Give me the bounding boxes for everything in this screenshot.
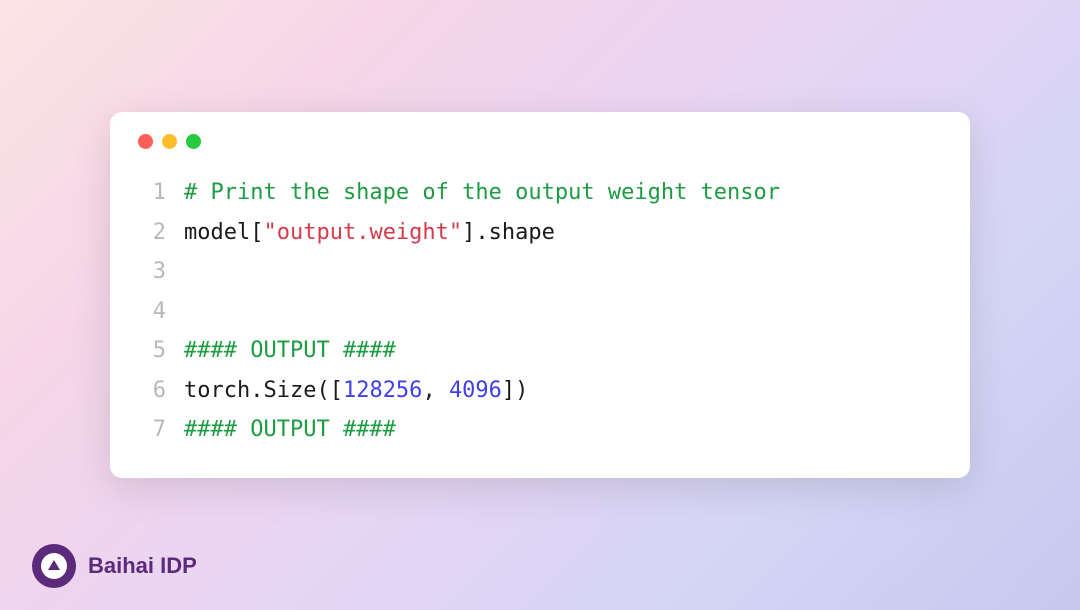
- logo-area: Baihai IDP: [32, 544, 197, 588]
- window-controls: [138, 134, 942, 149]
- maximize-icon: [186, 134, 201, 149]
- code-segment-comment: #### OUTPUT ####: [184, 338, 396, 363]
- code-segment-number: 4096: [449, 378, 502, 403]
- code-text: # Print the shape of the output weight t…: [184, 173, 780, 213]
- close-icon: [138, 134, 153, 149]
- code-line: 4: [138, 292, 942, 332]
- code-line: 3: [138, 252, 942, 292]
- code-text: [184, 252, 197, 292]
- code-text: torch.Size([128256, 4096]): [184, 371, 528, 411]
- code-text: [184, 292, 197, 332]
- line-number: 5: [138, 331, 166, 371]
- code-window: 1 # Print the shape of the output weight …: [110, 112, 970, 478]
- line-number: 1: [138, 173, 166, 213]
- minimize-icon: [162, 134, 177, 149]
- code-segment-number: 128256: [343, 378, 422, 403]
- line-number: 4: [138, 292, 166, 332]
- code-segment-default: ]): [502, 378, 529, 403]
- code-segment-default: ,: [422, 378, 449, 403]
- code-segment-comment: #### OUTPUT ####: [184, 417, 396, 442]
- code-text: #### OUTPUT ####: [184, 410, 396, 450]
- line-number: 6: [138, 371, 166, 411]
- line-number: 2: [138, 213, 166, 253]
- line-number: 7: [138, 410, 166, 450]
- code-line: 7 #### OUTPUT ####: [138, 410, 942, 450]
- code-line: 1 # Print the shape of the output weight …: [138, 173, 942, 213]
- code-segment-string: "output.weight": [263, 220, 462, 245]
- code-line: 6 torch.Size([128256, 4096]): [138, 371, 942, 411]
- code-content: 1 # Print the shape of the output weight …: [138, 173, 942, 450]
- code-text: model["output.weight"].shape: [184, 213, 555, 253]
- logo-text: Baihai IDP: [88, 553, 197, 579]
- code-line: 2 model["output.weight"].shape: [138, 213, 942, 253]
- line-number: 3: [138, 252, 166, 292]
- code-segment-default: torch.Size([: [184, 378, 343, 403]
- code-segment-default: model[: [184, 220, 263, 245]
- code-segment-comment: # Print the shape of the output weight t…: [184, 180, 780, 205]
- logo-icon: [32, 544, 76, 588]
- code-line: 5 #### OUTPUT ####: [138, 331, 942, 371]
- code-text: #### OUTPUT ####: [184, 331, 396, 371]
- code-segment-default: ].shape: [462, 220, 555, 245]
